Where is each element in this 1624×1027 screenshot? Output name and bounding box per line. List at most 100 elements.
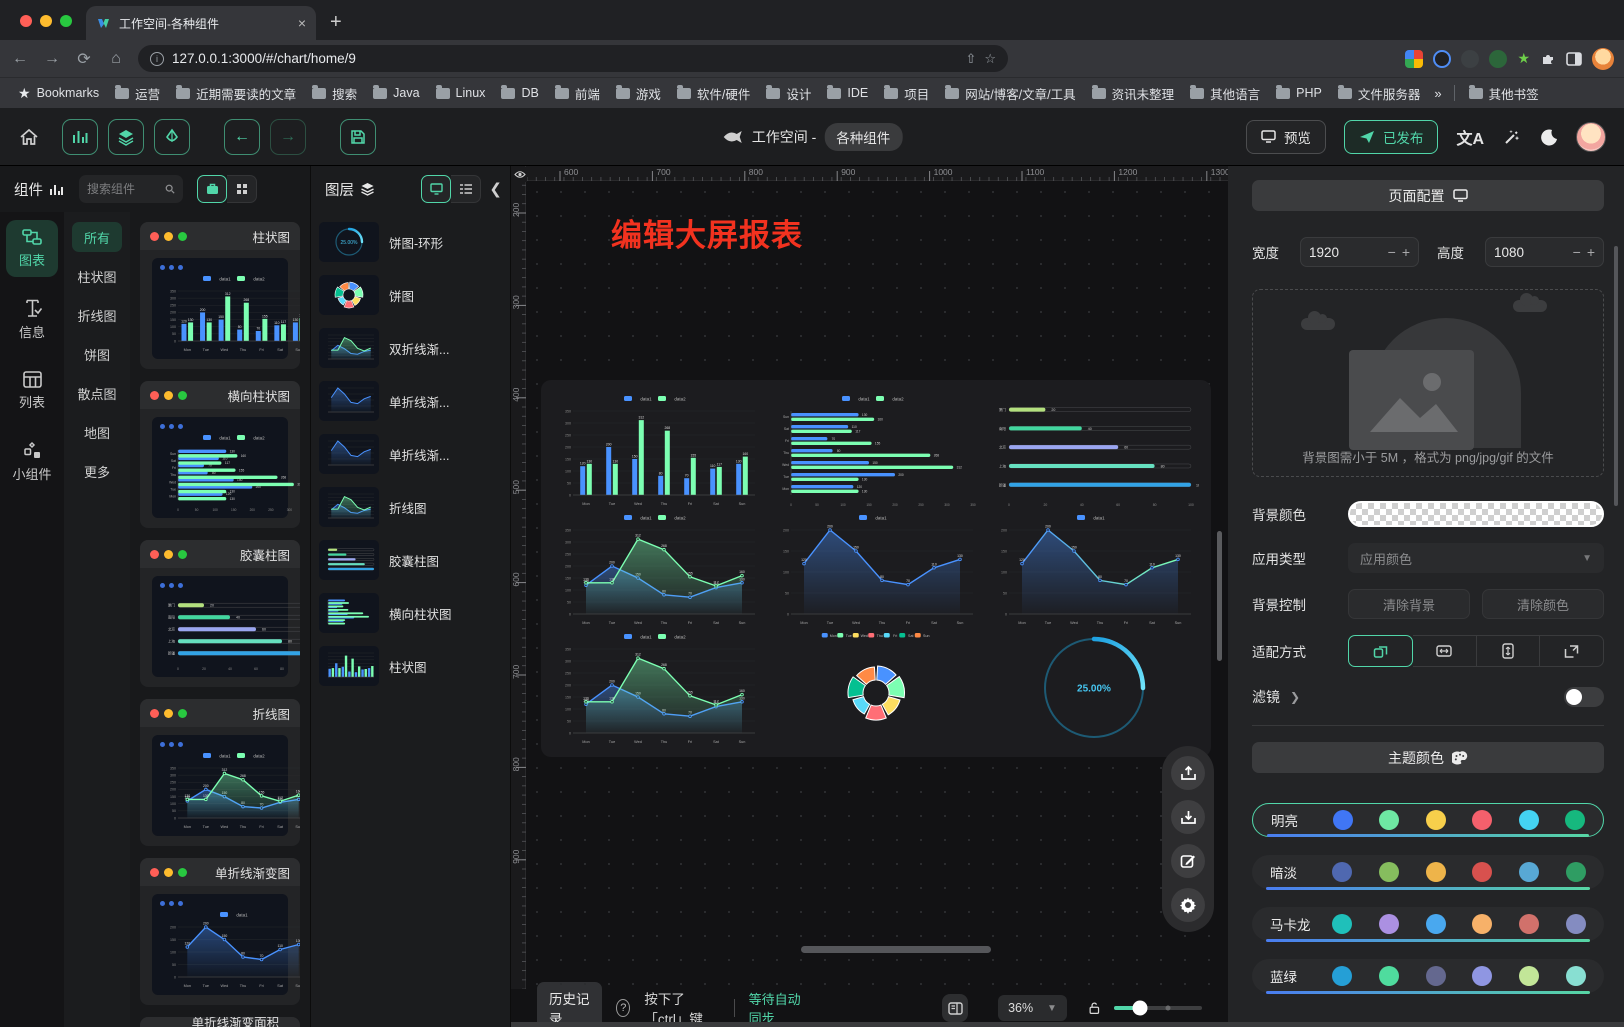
puzzle-extensions-icon[interactable]: [1540, 51, 1556, 67]
maximize-window-button[interactable]: [60, 15, 72, 27]
browser-tab[interactable]: 工作空间-各种组件 ×: [86, 6, 316, 40]
theme-option-马卡龙[interactable]: 马卡龙: [1252, 907, 1604, 941]
layer-item-胶囊柱图[interactable]: 胶囊柱图: [319, 540, 502, 580]
fit-stretch-button[interactable]: [1540, 635, 1604, 667]
extension-star-icon[interactable]: ★: [1517, 50, 1530, 67]
bookmark-folder[interactable]: PHP: [1270, 81, 1328, 106]
height-value[interactable]: 1080: [1494, 245, 1567, 260]
component-card-折线图[interactable]: 折线图data1data2050100150200250300350120200…: [140, 699, 300, 846]
settings-scrollbar[interactable]: [1614, 246, 1618, 506]
fit-height-button[interactable]: [1477, 635, 1541, 667]
app-home-icon[interactable]: [18, 126, 40, 148]
layer-item-折线图[interactable]: 折线图: [319, 487, 502, 527]
layers-tool-button[interactable]: [108, 119, 144, 155]
redo-button[interactable]: →: [270, 119, 306, 155]
magic-wand-icon[interactable]: [1502, 127, 1522, 147]
share-icon[interactable]: ⇧: [965, 51, 976, 67]
layer-item-饼图-环形[interactable]: 25.00%饼图-环形: [319, 222, 502, 262]
undo-button[interactable]: ←: [224, 119, 260, 155]
dashboard-title-text[interactable]: 编辑大屏报表: [611, 210, 803, 255]
search-input[interactable]: [87, 182, 161, 196]
height-increment-button[interactable]: +: [1587, 244, 1595, 260]
component-card-横向柱状图[interactable]: 横向柱状图data1data2120130Mon200130Tue150312W…: [140, 381, 300, 528]
component-card-单折线渐变面积图[interactable]: 单折线渐变面积图data1050100150200120200150807011…: [140, 1017, 300, 1027]
bookmark-folder[interactable]: 游戏: [610, 81, 667, 106]
category-饼图[interactable]: 饼图: [72, 339, 122, 369]
window-controls[interactable]: [0, 15, 86, 40]
tab-close-icon[interactable]: ×: [298, 15, 306, 31]
grid-view-button[interactable]: [227, 175, 257, 203]
bookmark-folder[interactable]: Linux: [430, 81, 492, 106]
bookmarks-overflow-icon[interactable]: »: [1430, 86, 1445, 101]
layer-item-单折线渐...[interactable]: 单折线渐...: [319, 381, 502, 421]
back-icon[interactable]: ←: [10, 50, 30, 68]
settings-icon[interactable]: [1171, 888, 1205, 922]
width-decrement-button[interactable]: −: [1388, 244, 1396, 260]
dashboard-chart-gauge[interactable]: 25.00%: [985, 628, 1203, 747]
bookmark-folder[interactable]: 软件/硬件: [671, 81, 756, 106]
extension-icon[interactable]: [1489, 50, 1507, 68]
canvas-vertical-scrollbar[interactable]: [1217, 531, 1222, 661]
dashboard-chart-line[interactable]: data10501001502001202001508070110130MonT…: [767, 509, 985, 628]
dashboard-chart-capsule[interactable]: 厦门20南阳40北京60上海80新疆100020406080100: [985, 390, 1203, 509]
background-upload-dropzone[interactable]: 背景图需小于 5M ，格式为 png/jpg/gif 的文件: [1252, 289, 1604, 477]
bookmark-folder[interactable]: 项目: [878, 81, 935, 106]
apply-type-select[interactable]: 应用颜色 ▼: [1348, 543, 1604, 573]
publish-button[interactable]: 已发布: [1344, 120, 1439, 154]
extension-icon[interactable]: [1433, 50, 1451, 68]
layer-item-饼图[interactable]: 饼图: [319, 275, 502, 315]
help-icon[interactable]: ?: [616, 999, 630, 1017]
charts-tool-button[interactable]: [62, 119, 98, 155]
zoom-slider[interactable]: [1114, 1006, 1202, 1010]
preview-button[interactable]: 预览: [1246, 120, 1326, 154]
width-value[interactable]: 1920: [1309, 245, 1382, 260]
console-panel-button[interactable]: [942, 994, 968, 1022]
height-decrement-button[interactable]: −: [1573, 244, 1581, 260]
filter-section-label[interactable]: 滤镜❯: [1252, 687, 1300, 707]
dashboard-chart-line[interactable]: data10501001502001202001508070110130MonT…: [985, 509, 1203, 628]
clear-color-button[interactable]: 清除颜色: [1482, 589, 1604, 619]
background-color-swatch[interactable]: [1348, 501, 1604, 527]
nav-item-小组件[interactable]: 小组件: [6, 433, 58, 491]
nav-item-信息[interactable]: 信息: [6, 291, 58, 349]
bookmark-folder[interactable]: 运营: [109, 81, 166, 106]
new-tab-button[interactable]: +: [330, 11, 342, 34]
dashboard-chart-line[interactable]: data1data2050100150200250300350120200150…: [549, 628, 767, 747]
category-所有[interactable]: 所有: [72, 222, 122, 252]
category-地图[interactable]: 地图: [72, 417, 122, 447]
theme-option-明亮[interactable]: 明亮: [1252, 803, 1604, 837]
edit-icon[interactable]: [1171, 844, 1205, 878]
address-bar[interactable]: i 127.0.0.1:3000/#/chart/home/9 ⇧ ☆: [138, 45, 1008, 72]
width-increment-button[interactable]: +: [1402, 244, 1410, 260]
bookmarks-root[interactable]: ★Bookmarks: [12, 82, 105, 105]
language-toggle-icon[interactable]: 文A: [1456, 125, 1484, 149]
extension-icon[interactable]: [1461, 50, 1479, 68]
layer-item-双折线渐...[interactable]: 双折线渐...: [319, 328, 502, 368]
dashboard-chart-pie[interactable]: MonTueWedThuFriSatSun: [767, 628, 985, 747]
save-button[interactable]: [340, 119, 376, 155]
layer-item-横向柱状图[interactable]: 横向柱状图: [319, 593, 502, 633]
category-更多[interactable]: 更多: [72, 456, 122, 486]
canvas-horizontal-scrollbar[interactable]: [801, 946, 991, 953]
theme-option-暗淡[interactable]: 暗淡: [1252, 855, 1604, 889]
dashboard-widget-group[interactable]: data1data2050100150200250300350120130Mon…: [541, 380, 1211, 757]
category-柱状图[interactable]: 柱状图: [72, 261, 122, 291]
nav-item-图表[interactable]: 图表: [6, 220, 58, 277]
minimize-window-button[interactable]: [40, 15, 52, 27]
workspace-name-chip[interactable]: 各种组件: [824, 123, 902, 151]
ruler-visibility-eye-icon[interactable]: [512, 167, 527, 182]
bookmark-folder[interactable]: 资讯未整理: [1086, 81, 1181, 106]
filter-toggle[interactable]: [1564, 687, 1604, 707]
thumbnail-view-button[interactable]: [421, 175, 451, 203]
component-card-胶囊柱图[interactable]: 胶囊柱图厦门20南阳40北京60上海80新疆100020406080100: [140, 540, 300, 687]
design-canvas[interactable]: 6007008009001000110012001300 20030040050…: [511, 166, 1228, 989]
list-view-button[interactable]: [451, 175, 481, 203]
user-avatar[interactable]: [1576, 122, 1606, 152]
zoom-slider-thumb[interactable]: [1133, 1001, 1148, 1016]
width-stepper[interactable]: 1920 − +: [1300, 237, 1419, 267]
dashboard-chart-bar[interactable]: data1data2050100150200250300350120130Mon…: [549, 390, 767, 509]
height-stepper[interactable]: 1080 − +: [1485, 237, 1604, 267]
clear-background-button[interactable]: 清除背景: [1348, 589, 1470, 619]
zoom-select[interactable]: 36% ▼: [998, 995, 1067, 1021]
component-card-单折线渐变图[interactable]: 单折线渐变图data105010015020012020015080701101…: [140, 858, 300, 1005]
